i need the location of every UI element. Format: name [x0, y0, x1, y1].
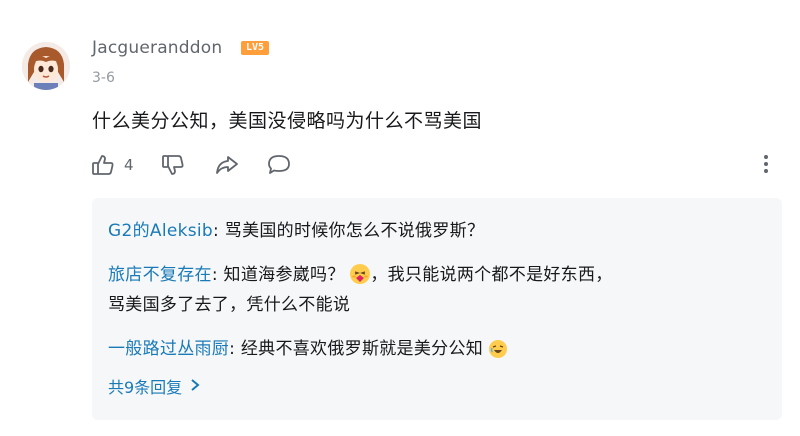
- more-dot: [764, 162, 768, 166]
- thumbs-up-icon: [90, 152, 116, 178]
- laughing-emoji-icon: [488, 340, 507, 358]
- replies-panel: G2的Aleksib: 骂美国的时候你怎么不说俄罗斯？ 旅店不复存在: 知道海参…: [92, 198, 782, 420]
- share-button[interactable]: [214, 150, 240, 180]
- share-icon: [214, 152, 240, 178]
- comment-content: 什么美分公知，美国没侵略吗为什么不骂美国: [92, 110, 483, 132]
- blush-emoji-icon: [350, 264, 371, 284]
- more-dot: [764, 169, 768, 173]
- reply-author[interactable]: 一般路过丛雨厨: [108, 339, 229, 359]
- username[interactable]: Jacgueranddon: [92, 38, 222, 58]
- view-all-replies-link[interactable]: 共9条回复: [108, 374, 200, 398]
- reply-item: 旅店不复存在: 知道海参崴吗？ ，我只能说两个都不是好东西， 骂美国多了去了，凭…: [108, 260, 768, 320]
- reply-item: 一般路过丛雨厨: 经典不喜欢俄罗斯就是美分公知: [108, 334, 768, 364]
- reply-text-line2: 骂美国多了去了，凭什么不能说: [108, 295, 351, 315]
- like-count: 4: [124, 156, 134, 174]
- more-vertical-icon: [764, 155, 768, 159]
- comment-date: 3-6: [92, 70, 115, 86]
- reply-item: G2的Aleksib: 骂美国的时候你怎么不说俄罗斯？: [108, 216, 768, 246]
- reply-text: : 经典不喜欢俄罗斯就是美分公知: [229, 339, 484, 359]
- view-all-replies-label: 共9条回复: [108, 378, 183, 397]
- like-button[interactable]: 4: [90, 150, 134, 180]
- reply-text: : 知道海参崴吗？: [211, 265, 345, 285]
- reply-button[interactable]: [266, 150, 292, 180]
- dislike-button[interactable]: [160, 150, 186, 180]
- avatar[interactable]: [22, 42, 70, 90]
- reply-text-continued: ，我只能说两个都不是好东西，: [370, 265, 613, 285]
- level-badge: LV5: [241, 41, 269, 55]
- more-options-button[interactable]: [760, 152, 772, 178]
- reply-text: : 骂美国的时候你怎么不说俄罗斯？: [213, 221, 485, 241]
- chevron-right-icon: [190, 377, 200, 396]
- reply-author[interactable]: G2的Aleksib: [108, 221, 213, 241]
- reply-author[interactable]: 旅店不复存在: [108, 265, 212, 285]
- comment-icon: [266, 152, 292, 178]
- thumbs-down-icon: [160, 152, 186, 178]
